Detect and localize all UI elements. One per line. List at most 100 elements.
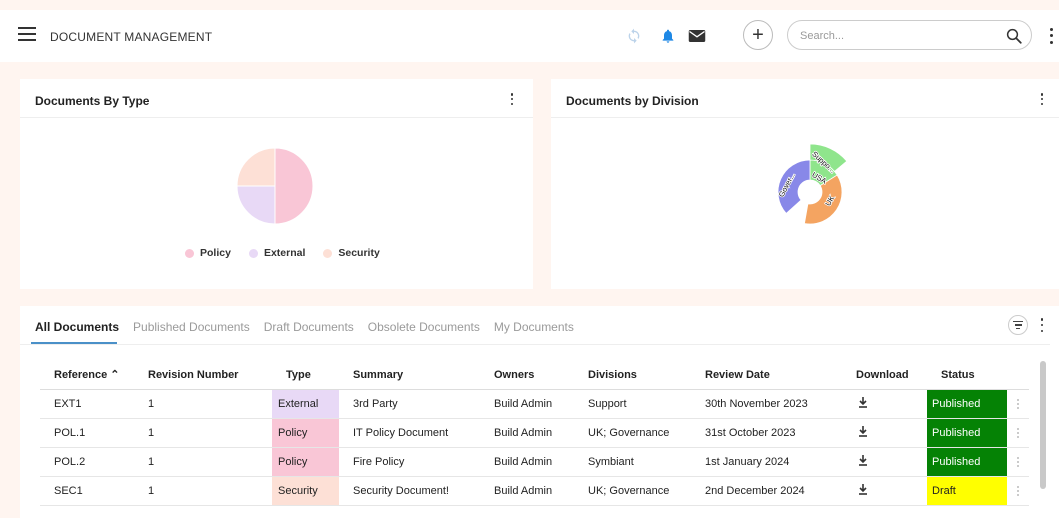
card-more-icon[interactable] — [1037, 93, 1047, 105]
cell-revision: 1 — [134, 447, 272, 477]
column-header-revision-number[interactable]: Revision Number — [134, 361, 272, 390]
tab-draft-documents[interactable]: Draft Documents — [264, 320, 354, 334]
cell-type: Security — [272, 476, 339, 506]
cell-divisions: Support — [574, 389, 691, 419]
cell-owners: Build Admin — [480, 389, 574, 419]
cell-revision: 1 — [134, 389, 272, 419]
legend-label: Policy — [200, 247, 231, 259]
cell-review-date: 2nd December 2024 — [691, 476, 842, 506]
column-header-reference[interactable]: Reference ⌃ — [40, 361, 134, 390]
pie-slice-external[interactable] — [236, 185, 276, 225]
cell-reference: POL.2 — [40, 447, 134, 477]
search-box — [787, 20, 1032, 50]
search-icon[interactable] — [1005, 27, 1023, 45]
status-badge: Published — [927, 389, 1007, 419]
table-row[interactable]: SEC1 1 Security Security Document! Build… — [40, 476, 1029, 506]
cell-summary: 3rd Party — [339, 389, 480, 419]
card-divider — [551, 117, 1059, 118]
cell-download — [842, 389, 927, 419]
status-badge: Draft — [927, 476, 1007, 506]
cell-revision: 1 — [134, 418, 272, 448]
cell-owners: Build Admin — [480, 476, 574, 506]
tab-published-documents[interactable]: Published Documents — [133, 320, 250, 334]
cell-summary: Security Document! — [339, 476, 480, 506]
cell-owners: Build Admin — [480, 447, 574, 477]
table-row[interactable]: POL.2 1 Policy Fire Policy Build Admin S… — [40, 447, 1029, 477]
row-more-icon[interactable] — [1007, 476, 1029, 506]
legend-swatch — [248, 248, 258, 258]
cell-reference: SEC1 — [40, 476, 134, 506]
tab-all-documents[interactable]: All Documents — [35, 320, 119, 334]
card-divider — [20, 117, 533, 118]
status-badge: Published — [927, 447, 1007, 477]
filter-icon[interactable] — [1008, 315, 1028, 335]
column-header-actions — [1007, 361, 1029, 390]
download-icon[interactable] — [858, 425, 868, 437]
table-more-icon[interactable] — [1038, 318, 1046, 332]
tab-obsolete-documents[interactable]: Obsolete Documents — [368, 320, 480, 334]
column-header-status[interactable]: Status — [927, 361, 1007, 390]
download-icon[interactable] — [858, 483, 868, 495]
cell-divisions: Symbiant — [574, 447, 691, 477]
column-header-owners[interactable]: Owners — [480, 361, 574, 390]
tab-my-documents[interactable]: My Documents — [494, 320, 574, 334]
cell-download — [842, 418, 927, 448]
app-title: DOCUMENT MANAGEMENT — [50, 30, 213, 44]
cell-divisions: UK; Governance — [574, 418, 691, 448]
download-icon[interactable] — [858, 454, 868, 466]
cell-summary: Fire Policy — [339, 447, 480, 477]
status-badge: Published — [927, 418, 1007, 448]
card-title: Documents by Division — [566, 94, 699, 108]
column-header-divisions[interactable]: Divisions — [574, 361, 691, 390]
cell-download — [842, 476, 927, 506]
mail-icon[interactable] — [685, 24, 709, 48]
bell-icon[interactable] — [656, 24, 680, 48]
pie-slice-security[interactable] — [236, 147, 276, 187]
table-header-row: Reference ⌃ Revision Number Type Summary… — [40, 361, 1029, 390]
add-button[interactable]: + — [743, 20, 773, 50]
row-more-icon[interactable] — [1007, 418, 1029, 448]
column-header-type[interactable]: Type — [272, 361, 339, 390]
column-header-review-date[interactable]: Review Date — [691, 361, 842, 390]
search-input[interactable] — [800, 27, 990, 45]
row-more-icon[interactable] — [1007, 389, 1029, 419]
table-scrollbar[interactable] — [1040, 361, 1046, 489]
legend-label: Security — [338, 247, 380, 259]
download-icon[interactable] — [858, 396, 868, 408]
row-more-icon[interactable] — [1007, 447, 1029, 477]
table-row[interactable]: POL.1 1 Policy IT Policy Document Build … — [40, 418, 1029, 448]
legend-label: External — [263, 247, 306, 259]
cell-owners: Build Admin — [480, 418, 574, 448]
card-more-icon[interactable] — [507, 93, 517, 105]
column-header-download[interactable]: Download — [842, 361, 927, 390]
cell-reference: POL.1 — [40, 418, 134, 448]
column-header-summary[interactable]: Summary — [339, 361, 480, 390]
hamburger-menu-icon[interactable] — [18, 27, 36, 41]
cell-reference: EXT1 — [40, 389, 134, 419]
table-row[interactable]: EXT1 1 External 3rd Party Build Admin Su… — [40, 389, 1029, 419]
cell-review-date: 30th November 2023 — [691, 389, 842, 419]
cell-type: Policy — [272, 447, 339, 477]
documents-by-type-card: Documents By Type Policy External Securi… — [20, 79, 533, 289]
legend-swatch — [323, 248, 333, 258]
sync-icon[interactable] — [622, 24, 646, 48]
cell-revision: 1 — [134, 476, 272, 506]
documents-table: Reference ⌃ Revision Number Type Summary… — [40, 361, 1029, 506]
document-tabs: All Documents Published Documents Draft … — [35, 320, 588, 334]
legend-item-external[interactable]: External — [248, 247, 306, 259]
documents-by-division-sunburst-chart: Suppo...USAUKGover... — [776, 143, 848, 225]
card-title: Documents By Type — [35, 94, 150, 108]
top-app-bar: DOCUMENT MANAGEMENT + — [0, 10, 1059, 62]
cell-download — [842, 447, 927, 477]
tabs-divider — [20, 344, 1050, 345]
documents-by-type-pie-chart — [236, 147, 314, 225]
legend-item-policy[interactable]: Policy — [185, 247, 231, 259]
cell-review-date: 1st January 2024 — [691, 447, 842, 477]
pie-slice-policy[interactable] — [274, 147, 314, 225]
cell-type: Policy — [272, 418, 339, 448]
more-vertical-icon[interactable] — [1046, 26, 1056, 46]
legend-item-security[interactable]: Security — [323, 247, 380, 259]
legend-swatch — [185, 248, 194, 258]
pie-legend: Policy External Security — [185, 247, 380, 259]
cell-review-date: 31st October 2023 — [691, 418, 842, 448]
